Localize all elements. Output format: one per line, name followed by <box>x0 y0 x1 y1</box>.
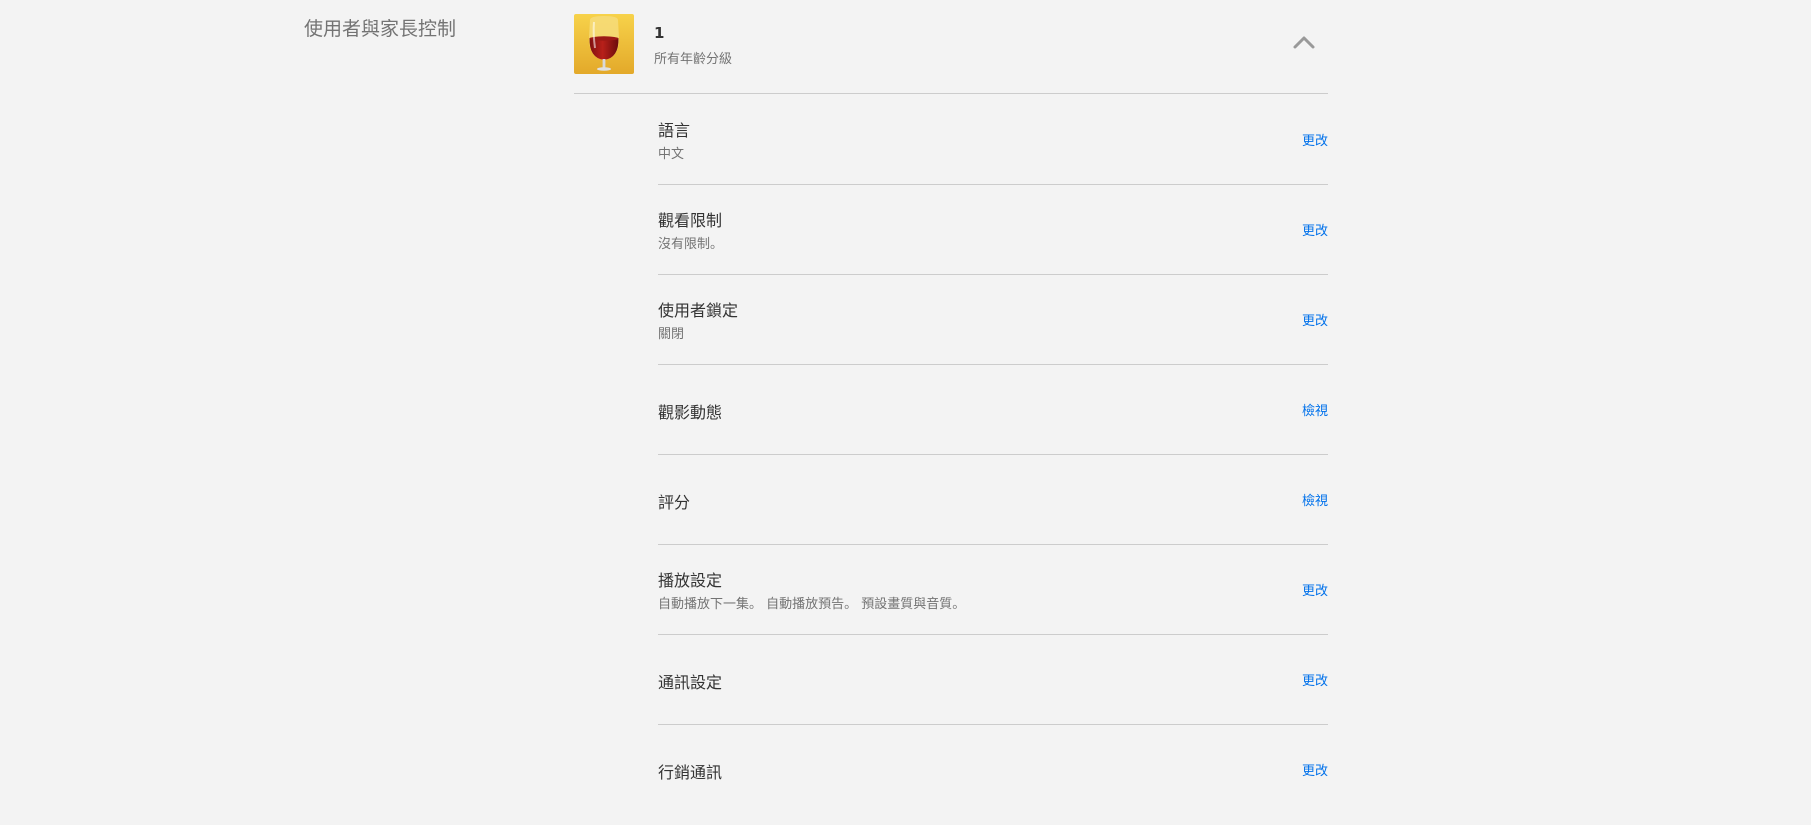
change-playback-settings-link[interactable]: 更改 <box>1302 580 1328 599</box>
chevron-up-icon <box>1293 36 1315 49</box>
row-subtitle: 中文 <box>658 147 685 162</box>
profile-rating: 所有年齡分級 <box>654 52 733 67</box>
row-title: 使用者鎖定 <box>658 301 739 320</box>
row-title: 觀看限制 <box>658 211 723 230</box>
change-viewing-restrictions-link[interactable]: 更改 <box>1302 220 1328 239</box>
row-subtitle: 沒有限制。 <box>658 237 724 252</box>
row-title: 播放設定 <box>658 571 723 590</box>
settings-row-ratings: 評分 檢視 <box>658 455 1328 545</box>
settings-row-language: 語言 中文 更改 <box>658 95 1328 185</box>
view-ratings-link[interactable]: 檢視 <box>1302 490 1328 509</box>
settings-row-viewing-activity: 觀影動態 檢視 <box>658 365 1328 455</box>
profile-name: 1 <box>654 24 665 42</box>
settings-row-communication-settings: 通訊設定 更改 <box>658 635 1328 725</box>
profile-header: 1 所有年齡分級 <box>574 0 1328 94</box>
settings-row-profile-lock: 使用者鎖定 關閉 更改 <box>658 275 1328 365</box>
row-title: 行銷通訊 <box>658 763 723 782</box>
change-communication-settings-link[interactable]: 更改 <box>1302 670 1328 689</box>
row-title: 評分 <box>658 493 691 512</box>
change-profile-lock-link[interactable]: 更改 <box>1302 310 1328 329</box>
settings-row-playback-settings: 播放設定 自動播放下一集。 自動播放預告。 預設畫質與音質。 更改 <box>658 545 1328 635</box>
section-title: 使用者與家長控制 <box>304 18 457 40</box>
profile-avatar[interactable] <box>574 14 634 74</box>
settings-row-viewing-restrictions: 觀看限制 沒有限制。 更改 <box>658 185 1328 275</box>
row-title: 語言 <box>658 121 691 140</box>
change-marketing-communications-link[interactable]: 更改 <box>1302 760 1328 779</box>
row-subtitle: 關閉 <box>658 327 685 342</box>
settings-list: 語言 中文 更改 觀看限制 沒有限制。 更改 使用者鎖定 關閉 更改 觀影動態 … <box>658 95 1328 815</box>
row-title: 通訊設定 <box>658 673 723 692</box>
wine-glass-icon <box>574 14 634 74</box>
view-viewing-activity-link[interactable]: 檢視 <box>1302 400 1328 419</box>
row-subtitle: 自動播放下一集。 自動播放預告。 預設畫質與音質。 <box>658 597 966 612</box>
change-language-link[interactable]: 更改 <box>1302 130 1328 149</box>
settings-row-marketing-communications: 行銷通訊 更改 <box>658 725 1328 815</box>
row-title: 觀影動態 <box>658 403 723 422</box>
collapse-button[interactable] <box>1280 26 1328 62</box>
